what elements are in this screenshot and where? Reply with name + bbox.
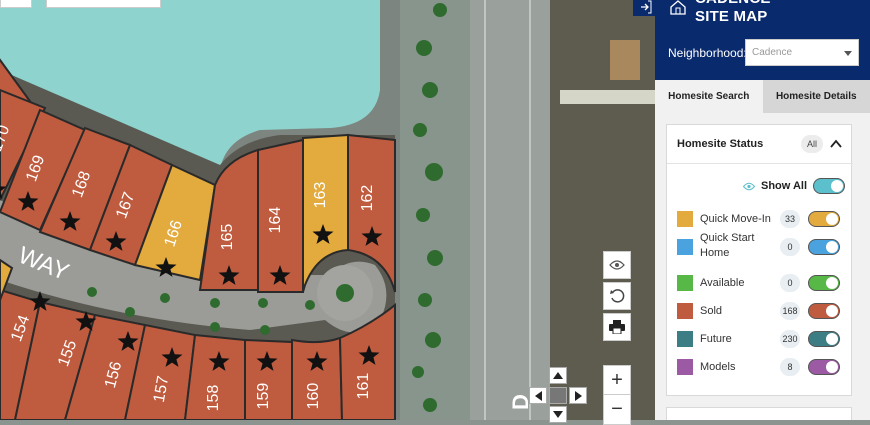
pan-up-button[interactable] bbox=[549, 367, 567, 384]
chevron-down-icon bbox=[844, 51, 852, 56]
status-title: Homesite Status bbox=[677, 138, 763, 150]
show-all-label: Show All bbox=[761, 180, 807, 192]
neighborhood-label: Neighborhood: bbox=[668, 46, 747, 60]
brand-subtitle: SITE MAP bbox=[695, 8, 771, 26]
panel-header: CADENCE SITE MAP Neighborhood: Cadence bbox=[655, 0, 870, 80]
status-swatch bbox=[677, 275, 693, 291]
show-all-toggle[interactable] bbox=[813, 178, 845, 194]
status-toggle[interactable] bbox=[808, 359, 840, 375]
status-toggle[interactable] bbox=[808, 275, 840, 291]
status-swatch bbox=[677, 359, 693, 375]
status-swatch bbox=[677, 239, 693, 255]
divider bbox=[667, 163, 853, 164]
lot-number-163[interactable]: 163 bbox=[312, 182, 329, 209]
show-all-row: Show All bbox=[743, 178, 845, 194]
status-count-badge: 0 bbox=[780, 238, 800, 256]
status-row-future: Future 230 bbox=[677, 325, 847, 353]
tab-homesite-details[interactable]: Homesite Details bbox=[763, 80, 870, 113]
status-label: Sold bbox=[700, 304, 774, 319]
eye-icon bbox=[609, 260, 625, 270]
panel-collapse-tab[interactable] bbox=[633, 0, 655, 16]
reset-view-button[interactable] bbox=[603, 282, 631, 310]
panel-tabs: Homesite Search Homesite Details bbox=[655, 80, 870, 113]
status-toggle[interactable] bbox=[808, 211, 840, 227]
side-panel: CADENCE SITE MAP Neighborhood: Cadence H… bbox=[655, 0, 870, 420]
status-label: Models bbox=[700, 360, 774, 375]
arrow-left-icon bbox=[535, 391, 542, 401]
tab-homesite-search[interactable]: Homesite Search bbox=[655, 80, 763, 113]
status-toggle[interactable] bbox=[808, 331, 840, 347]
chevron-up-icon[interactable] bbox=[829, 137, 843, 151]
neighborhood-select[interactable]: Cadence bbox=[745, 39, 859, 66]
homesite-status-card: Homesite Status All Show All Quick Move-… bbox=[666, 124, 852, 396]
zoom-control: + − bbox=[603, 365, 631, 425]
status-row-quick-start-home: Quick Start Home 0 bbox=[677, 233, 847, 261]
pan-left-button[interactable] bbox=[529, 387, 547, 404]
secondary-card bbox=[666, 407, 852, 420]
lot-number-161[interactable]: 161 bbox=[355, 373, 372, 400]
lot-number-164[interactable]: 164 bbox=[267, 207, 284, 234]
status-swatch bbox=[677, 211, 693, 227]
zoom-in-button[interactable]: + bbox=[604, 366, 630, 394]
status-row-sold: Sold 168 bbox=[677, 297, 847, 325]
eye-toggle-button[interactable] bbox=[603, 251, 631, 279]
map-top-control-left[interactable] bbox=[0, 0, 32, 8]
exit-icon bbox=[633, 0, 655, 14]
printer-icon bbox=[609, 320, 625, 334]
lot-number-165[interactable]: 165 bbox=[219, 224, 236, 251]
house-logo-icon bbox=[669, 0, 687, 16]
neighborhood-value: Cadence bbox=[752, 47, 792, 58]
lot-number-162[interactable]: 162 bbox=[359, 185, 376, 212]
brand-name: CADENCE bbox=[695, 0, 771, 8]
all-button[interactable]: All bbox=[801, 135, 823, 153]
brand: CADENCE SITE MAP bbox=[669, 0, 771, 26]
status-row-models: Models 8 bbox=[677, 353, 847, 381]
status-label: Future bbox=[700, 332, 774, 347]
rotate-icon bbox=[609, 288, 625, 304]
status-count-badge: 33 bbox=[780, 210, 800, 228]
arrow-right-icon bbox=[575, 391, 582, 401]
status-count-badge: 0 bbox=[780, 274, 800, 292]
print-button[interactable] bbox=[603, 313, 631, 341]
arrow-up-icon bbox=[553, 372, 563, 379]
pan-right-button[interactable] bbox=[569, 387, 587, 404]
zoom-out-button[interactable]: − bbox=[604, 394, 630, 423]
lot-number-159[interactable]: 159 bbox=[255, 383, 272, 410]
status-label: Quick Start Home bbox=[700, 231, 774, 261]
eye-icon bbox=[743, 182, 755, 191]
map-top-control-right[interactable] bbox=[46, 0, 161, 8]
status-count-badge: 168 bbox=[780, 302, 800, 320]
status-row-available: Available 0 bbox=[677, 269, 847, 297]
status-count-badge: 8 bbox=[780, 358, 800, 376]
lot-number-158[interactable]: 158 bbox=[205, 385, 222, 412]
status-row-quick-move-in: Quick Move-In 33 bbox=[677, 205, 847, 233]
status-count-badge: 230 bbox=[780, 330, 800, 348]
pan-center-button[interactable] bbox=[549, 387, 567, 404]
status-toggle[interactable] bbox=[808, 239, 840, 255]
status-swatch bbox=[677, 331, 693, 347]
status-swatch bbox=[677, 303, 693, 319]
arrow-down-icon bbox=[553, 411, 563, 418]
lot-number-160[interactable]: 160 bbox=[305, 383, 322, 410]
pan-down-button[interactable] bbox=[549, 406, 567, 423]
status-label: Available bbox=[700, 276, 774, 291]
status-label: Quick Move-In bbox=[700, 212, 774, 227]
status-toggle[interactable] bbox=[808, 303, 840, 319]
